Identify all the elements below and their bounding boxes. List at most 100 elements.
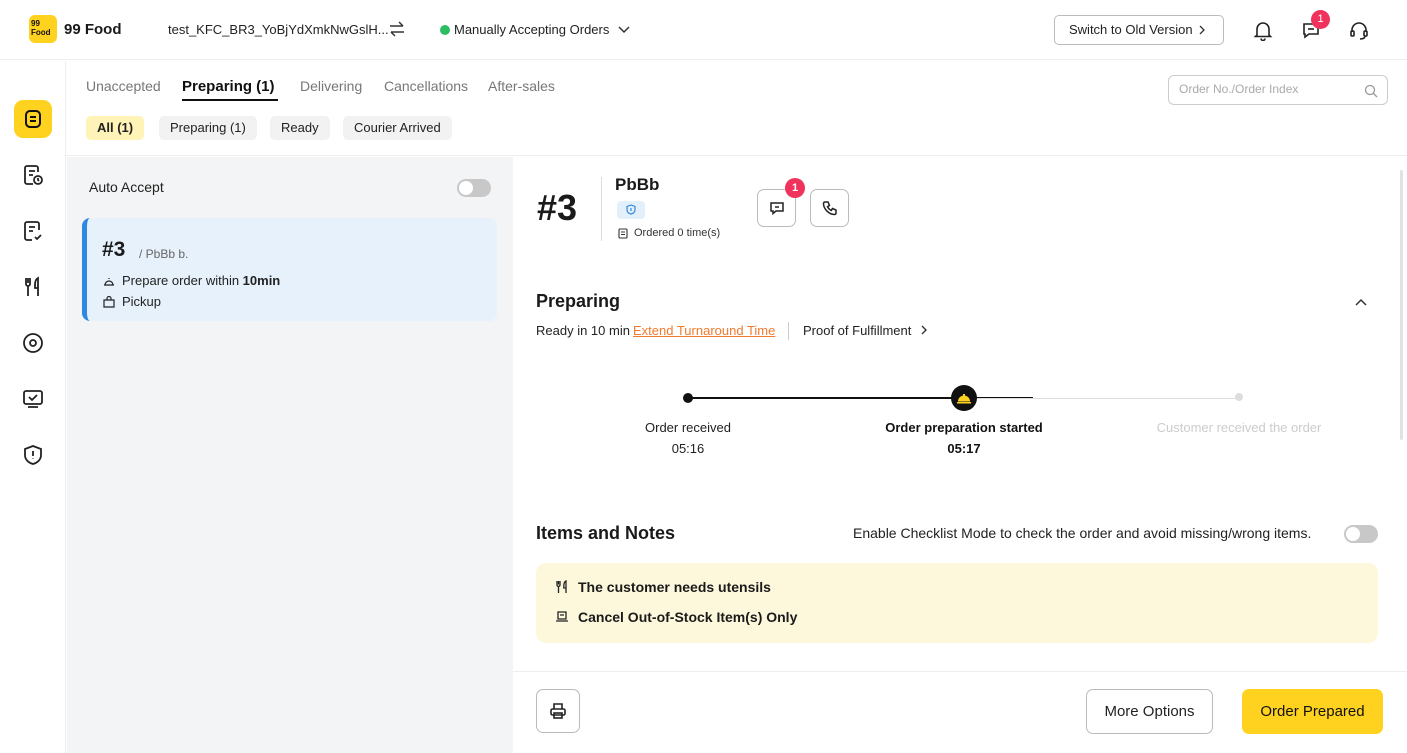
tab-unaccepted[interactable]: Unaccepted [86, 78, 161, 94]
timeline-current-step [951, 385, 977, 411]
cloche-icon [957, 394, 971, 404]
side-navigation [0, 61, 66, 753]
order-list-panel: Auto Accept #3 / PbBb b. Prepare order w… [67, 157, 513, 753]
nav-store-settings[interactable] [14, 324, 52, 362]
order-actions-footer: More Options Order Prepared [513, 671, 1407, 753]
customer-notes: The customer needs utensils Cancel Out-o… [536, 563, 1378, 643]
divider [601, 177, 602, 241]
items-notes-title: Items and Notes [536, 523, 676, 543]
ordered-times-label: Ordered 0 time(s) [634, 227, 721, 239]
status-indicator-icon [440, 25, 450, 35]
switch-old-version-label: Switch to Old Version [1069, 22, 1193, 37]
app-logo: 99 Food [29, 15, 57, 43]
chat-badge: 1 [785, 178, 805, 198]
customer-name: PbBb [615, 175, 660, 194]
order-card-number: #3 [102, 238, 126, 261]
timeline-dot-received [683, 393, 693, 403]
status-title: Preparing [536, 291, 621, 311]
chevron-right-icon [1199, 25, 1205, 35]
filter-courier-arrived[interactable]: Courier Arrived [343, 116, 452, 140]
note-utensils: The customer needs utensils [554, 579, 771, 595]
shield-check-icon [626, 204, 636, 215]
proof-of-fulfillment-link[interactable]: Proof of Fulfillment [803, 323, 911, 338]
order-number: #3 [537, 187, 578, 228]
search-icon[interactable] [1364, 84, 1378, 98]
timeline-label-preparation: Order preparation started [885, 420, 1043, 435]
tab-preparing[interactable]: Preparing (1) [182, 78, 275, 95]
timeline-dot-customer-received [1235, 393, 1243, 401]
note-cancel-out-of-stock: Cancel Out-of-Stock Item(s) Only [554, 609, 797, 625]
order-card-type: Pickup [102, 294, 161, 309]
auto-accept-toggle[interactable] [457, 179, 491, 197]
tab-delivering[interactable]: Delivering [300, 78, 362, 94]
switch-old-version-button[interactable]: Switch to Old Version [1054, 15, 1224, 45]
print-button[interactable] [536, 689, 580, 733]
search-input[interactable] [1179, 82, 1359, 96]
prepare-prefix: Prepare order within [122, 273, 243, 288]
filter-preparing[interactable]: Preparing (1) [159, 116, 257, 140]
store-name[interactable]: test_KFC_BR3_YoBjYdXmkNwGslH... [168, 22, 389, 37]
chat-icon [769, 202, 784, 216]
note-cancel-text: Cancel Out-of-Stock Item(s) Only [578, 609, 798, 625]
call-customer-button[interactable] [810, 189, 849, 227]
order-search[interactable] [1168, 75, 1388, 105]
utensils-icon [25, 276, 39, 296]
nav-menu[interactable] [14, 268, 52, 306]
app-name: 99 Food [64, 21, 122, 38]
phone-icon [822, 201, 837, 216]
nav-security[interactable] [14, 436, 52, 474]
timeline-label-customer-received: Customer received the order [1156, 420, 1322, 435]
nav-dashboard[interactable] [14, 380, 52, 418]
checklist-mode-description: Enable Checklist Mode to check the order… [853, 525, 1312, 541]
filter-ready[interactable]: Ready [270, 116, 330, 140]
chevron-up-icon[interactable] [1353, 295, 1369, 311]
checklist-mode-toggle[interactable] [1344, 525, 1378, 543]
top-bar: 99 Food 99 Food test_KFC_BR3_YoBjYdXmkNw… [0, 0, 1407, 60]
chevron-down-icon[interactable] [616, 21, 632, 37]
order-card-customer: / PbBb b. [139, 247, 189, 261]
cloche-icon [104, 277, 114, 286]
more-options-button[interactable]: More Options [1086, 689, 1213, 734]
nav-order-history[interactable] [14, 156, 52, 194]
order-detail-panel: #3 PbBb Ordered 0 time(s) 1 Preparing Re… [513, 157, 1407, 671]
timeline-label-received: Order received [645, 420, 731, 435]
timeline-time-received: 05:16 [671, 441, 705, 456]
logo-mark: 99 Food [31, 19, 51, 37]
prepare-time: 10min [242, 273, 281, 288]
messages-badge: 1 [1311, 10, 1330, 29]
order-history-icon [24, 165, 43, 185]
timeline-pending-line [963, 397, 1240, 399]
divider [788, 322, 789, 340]
chevron-right-icon[interactable] [917, 323, 931, 337]
note-utensils-text: The customer needs utensils [578, 579, 771, 595]
dashboard-check-icon [23, 390, 43, 408]
shield-icon [24, 445, 42, 465]
detail-scrollbar[interactable] [1400, 170, 1403, 440]
verified-customer-badge [617, 201, 645, 219]
cancel-items-icon [556, 611, 568, 622]
utensils-icon [556, 579, 567, 593]
printer-icon [550, 703, 566, 719]
auto-accept-label: Auto Accept [89, 179, 164, 195]
timeline-time-preparation: 05:17 [947, 441, 981, 456]
clipboard-icon [618, 228, 628, 239]
order-acceptance-status[interactable]: Manually Accepting Orders [454, 22, 609, 37]
support-headset-icon[interactable] [1348, 19, 1370, 41]
nav-reviews[interactable] [14, 212, 52, 250]
active-tab-indicator [182, 99, 278, 101]
tab-cancellations[interactable]: Cancellations [384, 78, 468, 94]
shopping-bag-icon [103, 295, 115, 308]
customer-order-count: Ordered 0 time(s) [617, 227, 720, 239]
extend-turnaround-link[interactable]: Extend Turnaround Time [633, 323, 775, 338]
reviews-icon [24, 221, 42, 241]
bell-icon[interactable] [1252, 19, 1274, 41]
order-prepared-button[interactable]: Order Prepared [1242, 689, 1383, 734]
filter-all[interactable]: All (1) [86, 116, 145, 140]
order-card[interactable]: #3 / PbBb b. Prepare order within 10min … [82, 218, 497, 321]
orders-icon [25, 110, 41, 128]
nav-orders[interactable] [14, 100, 52, 138]
swap-store-icon[interactable] [388, 20, 406, 38]
order-card-prepare-time: Prepare order within 10min [102, 273, 280, 288]
tab-after-sales[interactable]: After-sales [488, 78, 555, 94]
ready-time: Ready in 10 min [536, 323, 630, 338]
